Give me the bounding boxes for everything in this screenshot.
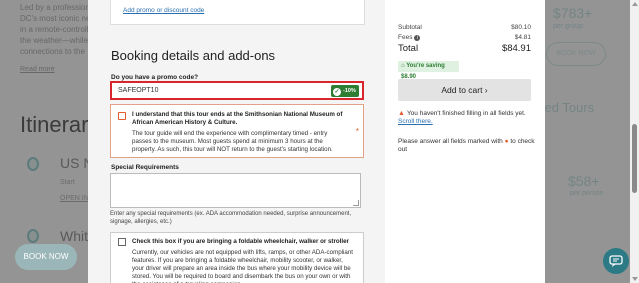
scrollbar-thumb[interactable] <box>632 124 637 193</box>
promo-question-label: Do you have a promo code? <box>111 74 199 81</box>
resize-handle-icon[interactable] <box>353 200 359 206</box>
subtotal-row: Subtotal $80.10 <box>398 24 531 31</box>
tour-end-checkbox[interactable] <box>118 112 126 120</box>
savings-badge: ⌂ You're saving $8.90 <box>398 61 459 80</box>
wheelchair-checkbox[interactable] <box>118 238 126 246</box>
booking-form-pane: Add promo or discount code Booking detai… <box>88 0 385 283</box>
subtotal-label: Subtotal <box>398 24 422 31</box>
total-label: Total <box>398 43 419 54</box>
wheelchair-title: Check this box if you are bringing a fol… <box>132 238 349 245</box>
wheelchair-card: Check this box if you are bringing a fol… <box>110 232 364 283</box>
incomplete-warning: ▲ You haven't finished filling in all fie… <box>398 110 538 126</box>
total-value: $84.91 <box>501 43 531 54</box>
required-note-before: Please answer all fields marked with <box>398 138 503 145</box>
required-fields-note: Please answer all fields marked with ● t… <box>398 138 538 154</box>
chat-icon <box>609 255 623 267</box>
fees-row: Fees i $4.81 <box>398 34 531 41</box>
add-promo-link[interactable]: Add promo or discount code <box>123 7 204 14</box>
booking-modal: Add promo or discount code Booking detai… <box>88 0 545 283</box>
date-card: Add promo or discount code <box>110 0 365 25</box>
scroll-down-icon[interactable] <box>632 277 638 281</box>
notice-title: I understand that this tour ends at the … <box>132 111 343 126</box>
discount-badge: ✓ -10% <box>331 85 359 97</box>
scroll-there-link[interactable]: Scroll there. <box>398 118 433 125</box>
section-title: Booking details and add-ons <box>111 48 276 63</box>
warning-icon: ▲ <box>398 110 405 117</box>
tag-icon: ⌂ <box>401 63 405 69</box>
tour-end-notice: I understand that this tour ends at the … <box>110 104 364 158</box>
book-now-button[interactable]: BOOK NOW <box>15 244 77 270</box>
notice-body: The tour guide will end the experience w… <box>132 130 333 153</box>
required-asterisk-icon: * <box>355 127 359 136</box>
add-to-cart-button[interactable]: Add to cart › <box>398 79 531 101</box>
required-dot-icon: ● <box>504 138 509 145</box>
chat-button[interactable] <box>603 248 629 274</box>
order-summary: Subtotal $80.10 Fees i $4.81 Total $84.91 ⌂… <box>385 0 545 283</box>
scroll-up-icon[interactable] <box>632 2 638 6</box>
special-requirements-textarea[interactable] <box>110 173 361 208</box>
warning-text: You haven't finished filling in all fiel… <box>406 110 526 117</box>
discount-value: -10% <box>343 88 356 94</box>
fees-label: Fees <box>398 34 413 41</box>
info-icon[interactable]: i <box>414 35 421 41</box>
special-requirements-label: Special Requirements <box>111 164 179 171</box>
fees-value: $4.81 <box>514 34 531 41</box>
savings-text: You're saving $8.90 <box>401 63 445 80</box>
check-icon: ✓ <box>333 88 341 96</box>
subtotal-value: $80.10 <box>511 24 531 31</box>
wheelchair-body: Currently, our vehicles are not equipped… <box>132 249 354 283</box>
page-scrollbar[interactable] <box>630 0 639 283</box>
special-requirements-help: Enter any special requirements (ex. ADA … <box>110 211 352 225</box>
promo-code-input[interactable] <box>118 87 209 94</box>
promo-code-field[interactable]: ✓-10% <box>110 81 364 100</box>
total-row: Total $84.91 <box>398 43 531 54</box>
